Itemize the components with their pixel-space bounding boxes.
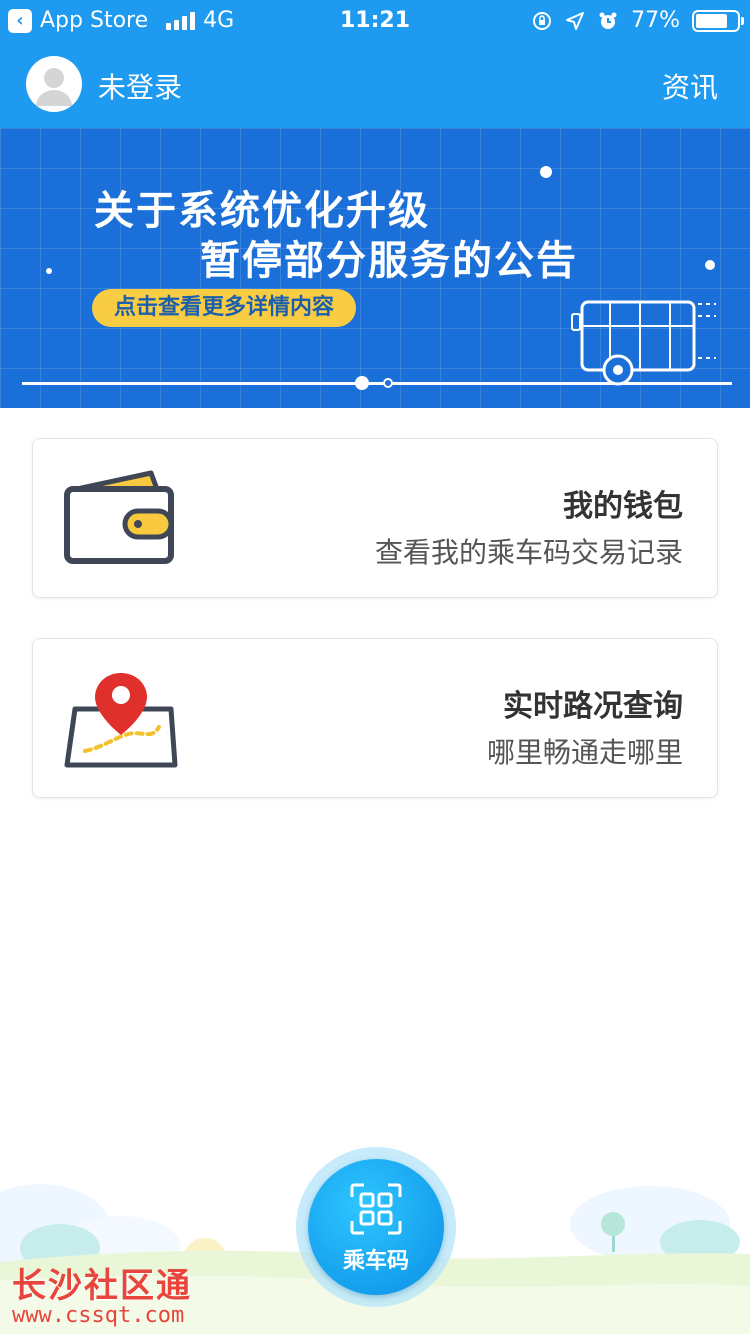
ride-code-button[interactable]: 乘车码	[308, 1159, 444, 1295]
user-placeholder-icon	[36, 68, 72, 106]
status-bar: ‹ App Store 4G 11:21 77%	[0, 0, 750, 42]
wallet-card[interactable]: 我的钱包 查看我的乘车码交易记录	[32, 438, 718, 598]
battery-icon	[692, 9, 744, 32]
announcement-banner[interactable]: 关于系统优化升级 暂停部分服务的公告 点击查看更多详情内容	[0, 128, 750, 408]
decor-dot	[46, 268, 52, 274]
qr-scan-icon	[350, 1183, 402, 1235]
banner-title-line2: 暂停部分服务的公告	[200, 238, 578, 284]
watermark-url: www.cssqt.com	[12, 1303, 185, 1328]
carousel-dot-active[interactable]	[355, 376, 369, 390]
traffic-subtitle: 哪里畅通走哪里	[486, 736, 683, 769]
watermark-name: 长沙社区通	[12, 1266, 192, 1306]
wallet-icon	[64, 470, 174, 564]
orientation-lock-icon	[533, 11, 552, 30]
traffic-card[interactable]: 实时路况查询 哪里畅通走哪里	[32, 638, 718, 798]
battery-level	[696, 13, 727, 28]
battery-percent: 77%	[631, 8, 680, 33]
map-pin-icon	[64, 673, 178, 768]
wallet-subtitle: 查看我的乘车码交易记录	[374, 536, 683, 569]
news-link[interactable]: 资讯	[662, 66, 718, 106]
alarm-icon	[599, 12, 617, 29]
carousel-dot[interactable]	[383, 378, 393, 388]
banner-details-button[interactable]: 点击查看更多详情内容	[92, 289, 357, 327]
app-header: 未登录 资讯	[0, 42, 750, 128]
location-arrow-icon	[566, 11, 585, 30]
watermark: 长沙社区通 www.cssqt.com	[12, 1258, 192, 1328]
login-status[interactable]: 未登录	[98, 66, 182, 106]
status-right: 77%	[531, 8, 744, 33]
wallet-title: 我的钱包	[563, 489, 683, 524]
avatar[interactable]	[26, 56, 82, 112]
decor-dot	[540, 166, 552, 178]
decor-dot	[705, 260, 715, 270]
ride-code-label: 乘车码	[342, 1249, 409, 1274]
bus-icon	[571, 300, 716, 386]
traffic-title: 实时路况查询	[503, 689, 683, 724]
